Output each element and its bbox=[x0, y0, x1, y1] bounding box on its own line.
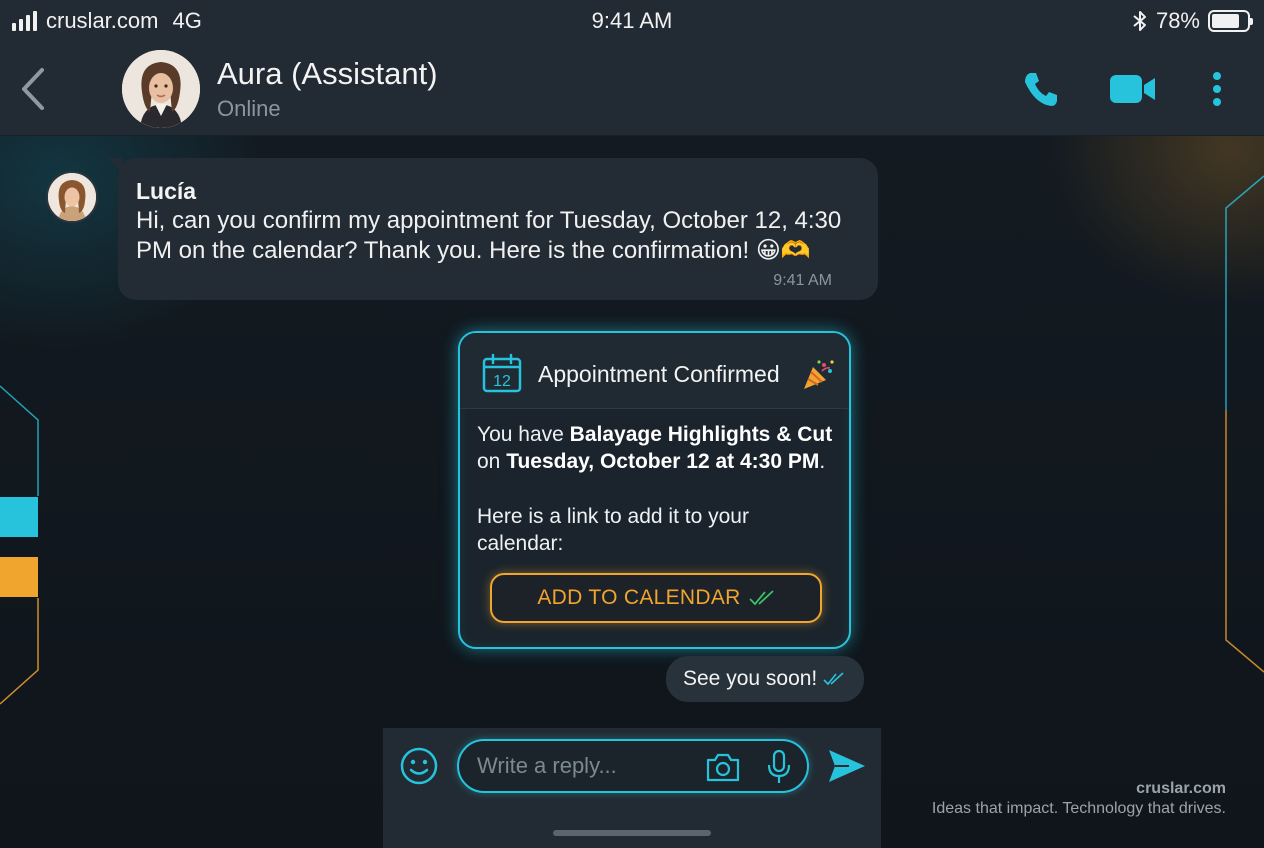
sender-name: Lucía bbox=[136, 178, 197, 204]
double-check-icon bbox=[823, 672, 844, 686]
voice-call-button[interactable] bbox=[1016, 64, 1066, 114]
details-middle: on bbox=[477, 450, 507, 473]
details-suffix: . bbox=[819, 450, 826, 473]
add-to-calendar-label: ADD TO CALENDAR bbox=[537, 586, 741, 609]
appointment-card: 12 Appointment Confirmed You have Balaya… bbox=[458, 331, 851, 649]
signal-icon bbox=[12, 11, 37, 31]
status-time: 9:41 AM bbox=[591, 8, 673, 33]
more-options-button[interactable] bbox=[1192, 64, 1242, 114]
outgoing-message-bubble[interactable]: See you soon! bbox=[666, 656, 864, 702]
chat-header: Aura (Assistant) Online bbox=[0, 42, 1264, 136]
camera-button[interactable] bbox=[705, 751, 741, 783]
more-icon bbox=[1213, 72, 1221, 106]
calendar-icon: 12 bbox=[482, 353, 522, 393]
left-decor-frame bbox=[0, 385, 39, 705]
battery-icon bbox=[1208, 10, 1253, 32]
home-indicator bbox=[553, 830, 711, 836]
service-name: Balayage Highlights & Cut bbox=[569, 423, 833, 446]
contact-avatar[interactable] bbox=[122, 50, 200, 128]
message-composer bbox=[383, 728, 881, 848]
battery-percent: 78% bbox=[1155, 8, 1200, 33]
back-button[interactable] bbox=[16, 64, 56, 114]
send-button[interactable] bbox=[827, 748, 867, 784]
sender-avatar[interactable] bbox=[46, 171, 98, 223]
bluetooth-icon bbox=[1133, 11, 1146, 31]
contact-name: Aura (Assistant) bbox=[217, 56, 438, 91]
video-call-icon bbox=[1110, 75, 1155, 103]
back-icon bbox=[22, 68, 44, 110]
brand-domain: cruslar.com bbox=[1136, 780, 1226, 797]
incoming-message-bubble[interactable]: Lucía Hi, can you confirm my appointment… bbox=[108, 158, 878, 300]
message-text: Hi, can you confirm my appointment for T… bbox=[136, 207, 842, 264]
right-decor-frame bbox=[1225, 175, 1264, 673]
camera-icon bbox=[706, 753, 740, 782]
video-call-button[interactable] bbox=[1108, 64, 1158, 114]
emoji-button[interactable] bbox=[399, 746, 439, 786]
battery-fill bbox=[1212, 14, 1239, 28]
reply-input[interactable] bbox=[477, 752, 687, 780]
appointment-details: You have Balayage Highlights & Cut on Tu… bbox=[477, 421, 847, 475]
send-icon bbox=[829, 750, 865, 782]
card-title: Appointment Confirmed bbox=[538, 361, 780, 387]
double-check-icon bbox=[749, 590, 774, 606]
reply-field bbox=[457, 739, 809, 793]
details-prefix: You have bbox=[477, 423, 570, 446]
carrier-label: cruslar.com bbox=[46, 8, 159, 33]
mic-button[interactable] bbox=[765, 749, 793, 785]
status-bar: cruslar.com 4G 9:41 AM 78% bbox=[0, 0, 1264, 42]
brand-tagline: Ideas that impact. Technology that drive… bbox=[931, 800, 1226, 817]
add-to-calendar-button[interactable]: ADD TO CALENDAR bbox=[490, 573, 822, 623]
calendar-day: 12 bbox=[493, 373, 511, 390]
card-header: 12 Appointment Confirmed bbox=[460, 333, 849, 409]
message-timestamp: 9:41 AM bbox=[773, 272, 832, 289]
emoji-icon bbox=[400, 747, 438, 785]
mic-icon bbox=[767, 749, 791, 783]
network-type: 4G bbox=[172, 8, 202, 33]
contact-status: Online bbox=[217, 96, 281, 121]
phone-icon bbox=[1025, 73, 1057, 106]
appointment-datetime: Tuesday, October 12 at 4:30 PM bbox=[506, 450, 820, 473]
outgoing-message-text: See you soon! bbox=[683, 667, 818, 690]
party-popper-icon bbox=[804, 360, 834, 389]
calendar-link-text: Here is a link to add it to your calenda… bbox=[477, 505, 749, 555]
